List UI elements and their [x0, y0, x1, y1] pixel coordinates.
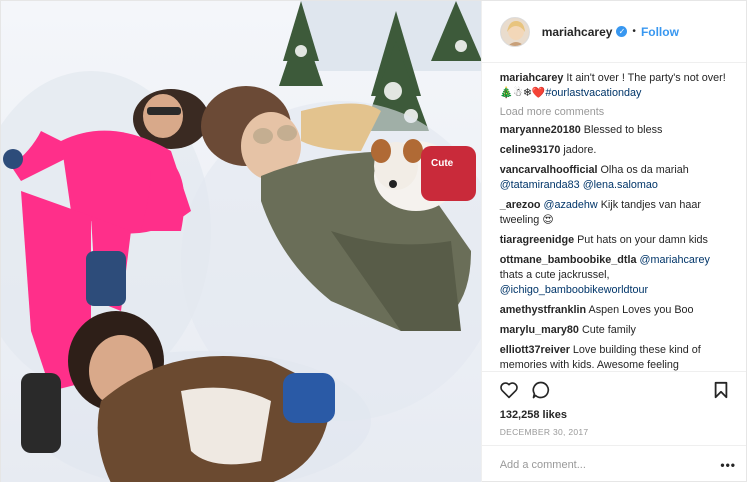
comment-text: Put hats on your damn kids [577, 234, 708, 246]
post-username[interactable]: mariahcarey [542, 25, 613, 39]
caption-username[interactable]: mariahcarey [500, 72, 564, 84]
comment-username[interactable]: ottmane_bamboobike_dtla [500, 254, 637, 266]
profile-photo-icon [500, 17, 529, 46]
comment-mention[interactable]: @mariahcarey [640, 254, 710, 266]
post-date[interactable]: DECEMBER 30, 2017 [482, 423, 746, 445]
svg-text:Cute: Cute [431, 158, 454, 169]
comment-text: jadore. [563, 144, 597, 156]
comments-list[interactable]: mariahcarey It ain't over ! The party's … [482, 63, 746, 371]
comment-text: Olha os da mariah [600, 164, 689, 176]
comment-input[interactable] [499, 458, 721, 471]
comment-text: Aspen Loves you Boo [588, 304, 694, 316]
snow-family-photo-image: Cute [1, 1, 481, 482]
comment-item: ottmane_bamboobike_dtla @mariahcarey tha… [500, 253, 732, 298]
comment-item: tiaragreenidge Put hats on your damn kid… [500, 233, 732, 248]
comment-item: celine93170 jadore. [500, 143, 732, 158]
comment-item: maryanne20180 Blessed to bless [500, 123, 732, 138]
comment-username[interactable]: celine93170 [500, 144, 561, 156]
comment-text: Cute family [581, 324, 636, 336]
separator-dot: • [632, 26, 636, 37]
jack-russell-dog: Cute [371, 139, 476, 211]
comment-username[interactable]: amethystfranklin [500, 304, 586, 316]
comment-username[interactable]: tiaragreenidge [500, 234, 574, 246]
post-photo[interactable]: Cute [1, 1, 481, 482]
comment-item: _arezoo @azadehw Kijk tandjes van haar t… [500, 198, 732, 228]
instagram-post: Cute mariahcarey ✓ • Follow mariahcarey … [0, 0, 747, 482]
comment-bubble-icon[interactable] [530, 379, 552, 401]
post-caption: mariahcarey It ain't over ! The party's … [500, 71, 732, 101]
comment-mentions[interactable]: @ichigo_bamboobikeworldtour [500, 284, 648, 296]
comment-username[interactable]: vancarvalhoofficial [500, 164, 598, 176]
caption-emoji: 🎄☃❄❤️ [499, 87, 546, 99]
load-more-comments-button[interactable]: Load more comments [500, 106, 732, 118]
verified-badge-icon: ✓ [616, 26, 628, 37]
post-side-panel: mariahcarey ✓ • Follow mariahcarey It ai… [480, 1, 746, 482]
comment-mention[interactable]: @azadehw [544, 199, 598, 211]
add-comment-bar: ••• [481, 445, 746, 482]
comment-username[interactable]: maryanne20180 [500, 124, 581, 136]
caption-hashtag[interactable]: #ourlastvacationday [545, 87, 641, 99]
bookmark-icon[interactable] [710, 379, 732, 401]
action-bar [481, 371, 746, 407]
comment-username[interactable]: marylu_mary80 [500, 324, 579, 336]
avatar[interactable] [499, 16, 530, 47]
likes-count[interactable]: 132,258 likes [482, 407, 746, 423]
caption-text: It ain't over ! The party's not over! [566, 72, 726, 84]
comment-item: vancarvalhoofficial Olha os da mariah @t… [500, 163, 732, 193]
comment-item: marylu_mary80 Cute family [500, 323, 732, 338]
more-options-button[interactable]: ••• [720, 458, 736, 472]
follow-button[interactable]: Follow [641, 25, 679, 39]
heart-icon[interactable] [498, 379, 520, 401]
comment-text: Blessed to bless [583, 124, 663, 136]
comment-mentions[interactable]: @tatamiranda83 @lena.salomao [500, 179, 658, 191]
comment-text: thats a cute jackrussel, [499, 269, 610, 281]
post-header: mariahcarey ✓ • Follow [481, 1, 746, 63]
comment-username[interactable]: _arezoo [500, 199, 541, 211]
comment-username[interactable]: elliott37reiver [500, 344, 570, 356]
comment-item: amethystfranklin Aspen Loves you Boo [500, 303, 732, 318]
comment-item: elliott37reiver Love building these kind… [500, 343, 732, 371]
